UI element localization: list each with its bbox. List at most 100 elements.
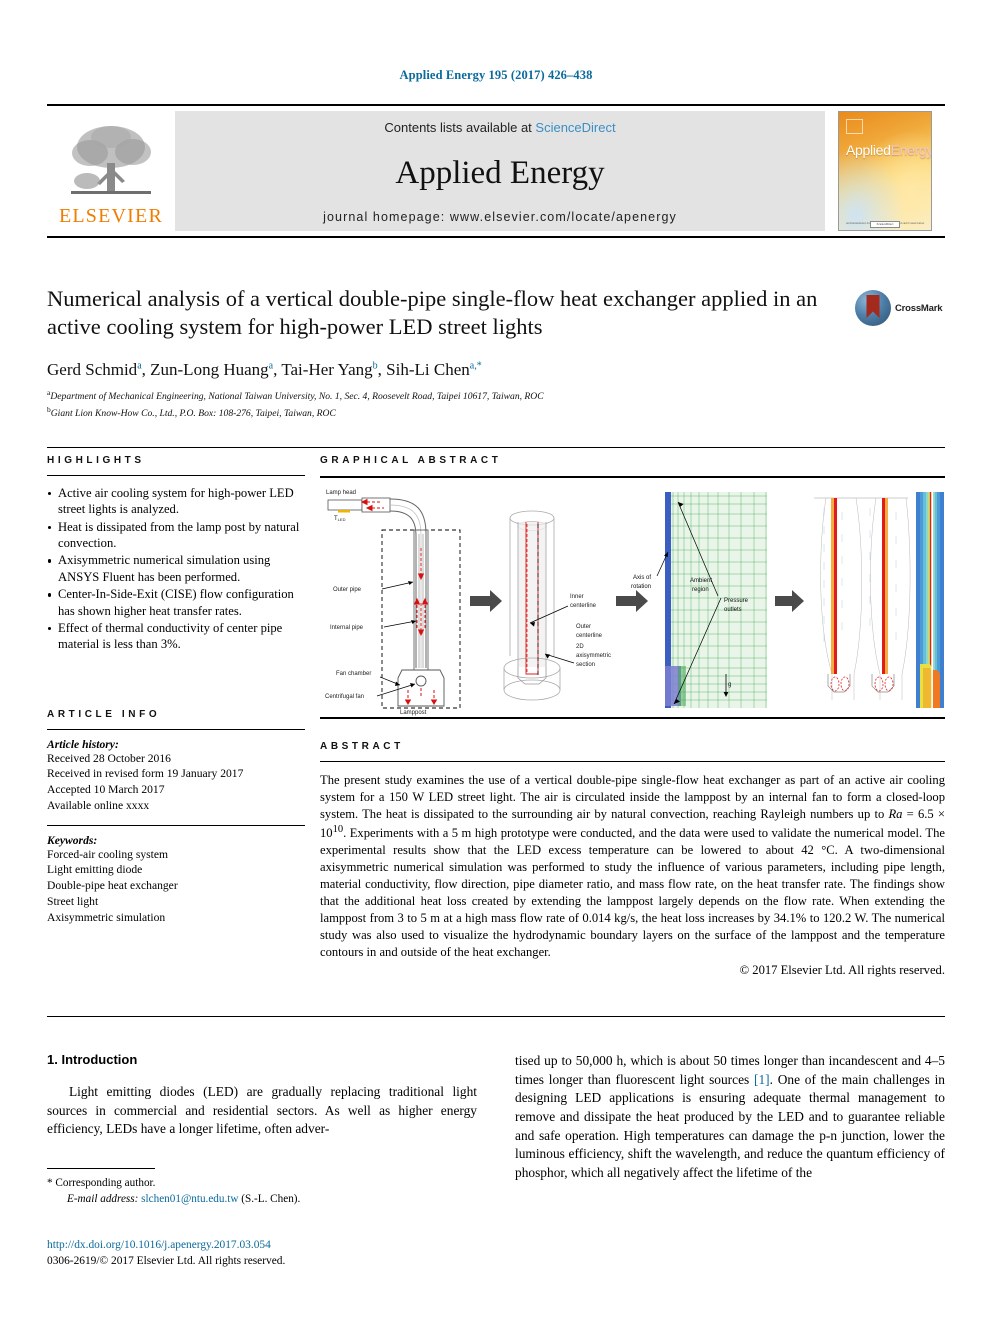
introduction-paragraph-continued: tised up to 50,000 h, which is about 50 … — [515, 1052, 945, 1182]
label-axis-of-rotation-2: rotation — [631, 584, 651, 590]
label-gravity: g — [728, 682, 731, 688]
keywords-label: Keywords: — [47, 833, 98, 847]
history-line: Accepted 10 March 2017 — [47, 783, 165, 797]
list-item: Center-In-Side-Exit (CISE) flow configur… — [47, 586, 305, 619]
article-info-heading: ARTICLE INFO — [47, 708, 161, 720]
abstract-copyright: © 2017 Elsevier Ltd. All rights reserved… — [739, 962, 945, 977]
abstract-heading: ABSTRACT — [320, 741, 404, 752]
list-item: Axisymmetric numerical simulation using … — [47, 552, 305, 585]
label-outer-centerline: Outer — [576, 624, 591, 630]
label-inner-centerline: Inner — [570, 594, 584, 600]
footnote-block: * Corresponding author. E-mail address: … — [47, 1168, 477, 1208]
label-2d-axisym-3: section — [576, 662, 595, 668]
intro-right-part-2: . One of the main challenges in designin… — [515, 1071, 945, 1180]
list-item: Effect of thermal conductivity of center… — [47, 620, 305, 653]
label-inner-centerline-2: centerline — [570, 603, 597, 609]
affiliation-b: bGiant Lion Know-How Co., Ltd., P.O. Box… — [47, 405, 945, 421]
label-fan-chamber: Fan chamber — [336, 671, 371, 677]
author-name: Sih-Li Chen — [386, 359, 470, 379]
label-t-led: TLED — [334, 516, 346, 522]
label-ambient-region-2: region — [692, 587, 709, 593]
footnote-rule — [47, 1168, 155, 1169]
doi-link[interactable]: http://dx.doi.org/10.1016/j.apenergy.201… — [47, 1237, 547, 1253]
author-name: Gerd Schmid — [47, 359, 138, 379]
label-internal-pipe: Internal pipe — [330, 625, 364, 631]
citation-link[interactable]: [1] — [754, 1072, 770, 1087]
introduction-paragraph: Light emitting diodes (LED) are graduall… — [47, 1084, 477, 1137]
label-axis-of-rotation: Axis of — [633, 575, 651, 581]
introduction-left-column: 1. Introduction Light emitting diodes (L… — [47, 1052, 477, 1139]
elsevier-wordmark: ELSEVIER — [58, 204, 164, 227]
rayleigh-symbol: Ra — [888, 806, 903, 821]
cover-elsevier-icon — [846, 119, 863, 134]
corresponding-text: Corresponding author. — [55, 1177, 156, 1189]
content-divider-top — [47, 447, 945, 448]
article-history-label: Article history: — [47, 737, 119, 751]
abstract-part-2: . Experiments with a 5 m high prototype … — [320, 826, 945, 959]
label-pressure-outlets: Pressure — [724, 598, 749, 604]
author-affil-marker[interactable]: a,* — [470, 360, 482, 371]
paper-page: Applied Energy 195 (2017) 426–438 ELSEVI… — [0, 0, 992, 1323]
abstract-text: The present study examines the use of a … — [320, 772, 945, 961]
contents-prefix: Contents lists available at — [384, 120, 536, 135]
history-line: Available online xxxx — [47, 798, 150, 812]
panel-temperature-contour — [916, 492, 944, 708]
email-label: E-mail address: — [67, 1192, 139, 1205]
label-lamppost: Lamppost — [400, 710, 427, 716]
label-ambient-region: Ambient — [690, 578, 712, 584]
right-column: GRAPHICAL ABSTRACT Lamp head TLED Outer … — [320, 455, 945, 978]
introduction-right-column: tised up to 50,000 h, which is about 50 … — [515, 1052, 945, 1182]
affiliation-a: aDepartment of Mechanical Engineering, N… — [47, 388, 945, 404]
cover-title-applied: Applied — [846, 142, 891, 158]
title-block: Numerical analysis of a vertical double-… — [47, 285, 945, 421]
rayleigh-exponent: 10 — [332, 823, 344, 835]
masthead-center: Contents lists available at ScienceDirec… — [175, 111, 825, 231]
email-line: E-mail address: slchen01@ntu.edu.tw (S.-… — [47, 1192, 477, 1208]
highlights-heading: HIGHLIGHTS — [47, 455, 145, 466]
cover-art: AppliedEnergy An International Journal o… — [838, 111, 932, 231]
keyword-item: Forced-air cooling system — [47, 847, 169, 861]
keyword-item: Light emitting diode — [47, 863, 143, 877]
crossmark-label: CrossMark — [895, 302, 943, 314]
label-pressure-outlets-2: outlets — [724, 607, 742, 613]
abstract-part-1: The present study examines the use of a … — [320, 773, 945, 821]
graphical-abstract-figure: Lamp head TLED Outer pipe Internal pipe … — [320, 476, 945, 719]
journal-cover-thumbnail: AppliedEnergy An International Journal o… — [825, 106, 945, 236]
page-title: Numerical analysis of a vertical double-… — [47, 286, 818, 340]
journal-homepage[interactable]: journal homepage: www.elsevier.com/locat… — [323, 210, 677, 224]
author-list: Gerd Schmida, Zun-Long Huanga, Tai-Her Y… — [47, 360, 945, 380]
keyword-item: Street light — [47, 894, 99, 908]
label-2d-axisym-2: axisymmetric — [576, 653, 611, 659]
content-divider-bottom — [47, 1016, 945, 1017]
history-line: Received in revised form 19 January 2017 — [47, 767, 244, 781]
email-link[interactable]: slchen01@ntu.edu.tw — [141, 1193, 238, 1205]
running-head: Applied Energy 195 (2017) 426–438 — [399, 68, 593, 82]
label-2d-axisym: 2D — [576, 644, 584, 650]
elsevier-tree-icon — [71, 125, 151, 194]
author-sep: , — [377, 359, 387, 379]
list-item: Heat is dissipated from the lamp post by… — [47, 519, 305, 552]
affiliation-text: Department of Mechanical Engineering, Na… — [50, 390, 544, 402]
affiliation-text: Giant Lion Know-How Co., Ltd., P.O. Box:… — [50, 407, 336, 419]
graphical-abstract-diagram: Lamp head TLED Outer pipe Internal pipe … — [320, 478, 945, 716]
cover-title: AppliedEnergy — [846, 142, 931, 158]
crossmark-badge-group[interactable]: CrossMark — [855, 288, 945, 328]
label-outer-centerline-2: centerline — [576, 633, 603, 639]
author-sep: , — [141, 359, 151, 379]
panel-velocity-vectors — [812, 492, 912, 708]
elsevier-logo: ELSEVIER — [47, 106, 175, 236]
label-lamp-head: Lamp head — [326, 490, 356, 496]
footer-doi-block: http://dx.doi.org/10.1016/j.apenergy.201… — [47, 1237, 547, 1269]
issn-copyright-line: 0306-2619/© 2017 Elsevier Ltd. All right… — [47, 1255, 286, 1268]
corresponding-author-line: * Corresponding author. — [47, 1176, 477, 1192]
graphical-abstract-heading: GRAPHICAL ABSTRACT — [320, 455, 502, 466]
keyword-item: Axisymmetric simulation — [47, 910, 166, 924]
author-name: Zun-Long Huang — [150, 359, 269, 379]
author-name: Tai-Her Yang — [281, 359, 373, 379]
article-info-rule — [47, 728, 305, 730]
crossmark-icon — [855, 290, 891, 326]
contents-available-line: Contents lists available at ScienceDirec… — [384, 120, 615, 135]
sciencedirect-link[interactable]: ScienceDirect — [535, 120, 615, 135]
journal-masthead: ELSEVIER Contents lists available at Sci… — [47, 104, 945, 238]
email-owner: (S.-L. Chen). — [241, 1192, 301, 1205]
